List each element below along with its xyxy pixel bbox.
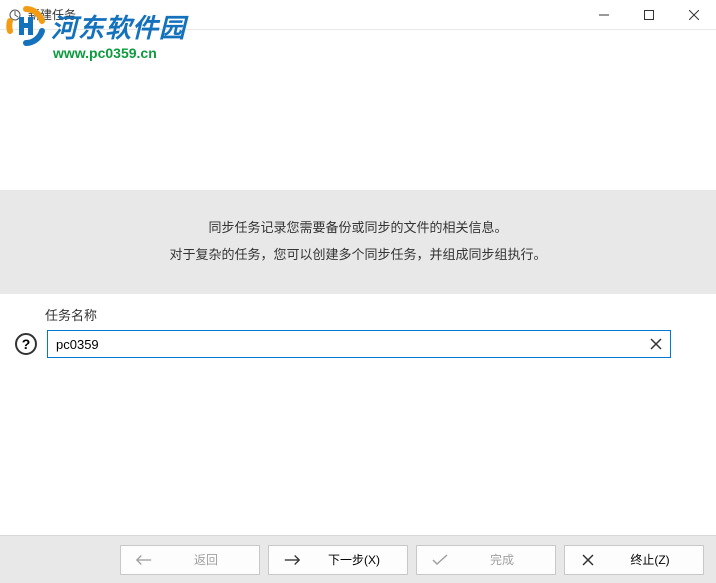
x-icon xyxy=(579,554,597,566)
finish-button-label: 完成 xyxy=(463,551,541,568)
maximize-button[interactable] xyxy=(626,0,671,29)
next-button[interactable]: 下一步(X) xyxy=(268,545,408,575)
minimize-button[interactable] xyxy=(581,0,626,29)
info-line-2: 对于复杂的任务，您可以创建多个同步任务，并组成同步组执行。 xyxy=(0,245,716,266)
abort-button-label: 终止(Z) xyxy=(611,551,689,568)
help-icon[interactable]: ? xyxy=(15,333,37,355)
task-name-input-wrap xyxy=(47,330,671,358)
back-button-label: 返回 xyxy=(167,551,245,568)
window-title: 新建任务 xyxy=(28,6,581,23)
task-name-input[interactable] xyxy=(48,331,642,357)
content-area: 同步任务记录您需要备份或同步的文件的相关信息。 对于复杂的任务，您可以创建多个同… xyxy=(0,30,716,535)
form-area: 任务名称 ? xyxy=(45,305,671,358)
window-controls xyxy=(581,0,716,29)
info-band: 同步任务记录您需要备份或同步的文件的相关信息。 对于复杂的任务，您可以创建多个同… xyxy=(0,190,716,294)
finish-button[interactable]: 完成 xyxy=(416,545,556,575)
back-button[interactable]: 返回 xyxy=(120,545,260,575)
arrow-right-icon xyxy=(283,554,301,566)
task-name-label: 任务名称 xyxy=(45,305,671,324)
next-button-label: 下一步(X) xyxy=(315,551,393,568)
arrow-left-icon xyxy=(135,554,153,566)
footer-bar: 返回 下一步(X) 完成 终止(Z) xyxy=(0,535,716,583)
clear-input-button[interactable] xyxy=(642,331,670,357)
app-icon xyxy=(8,8,22,22)
close-button[interactable] xyxy=(671,0,716,29)
info-line-1: 同步任务记录您需要备份或同步的文件的相关信息。 xyxy=(0,218,716,239)
check-icon xyxy=(431,554,449,566)
titlebar: 新建任务 xyxy=(0,0,716,30)
abort-button[interactable]: 终止(Z) xyxy=(564,545,704,575)
